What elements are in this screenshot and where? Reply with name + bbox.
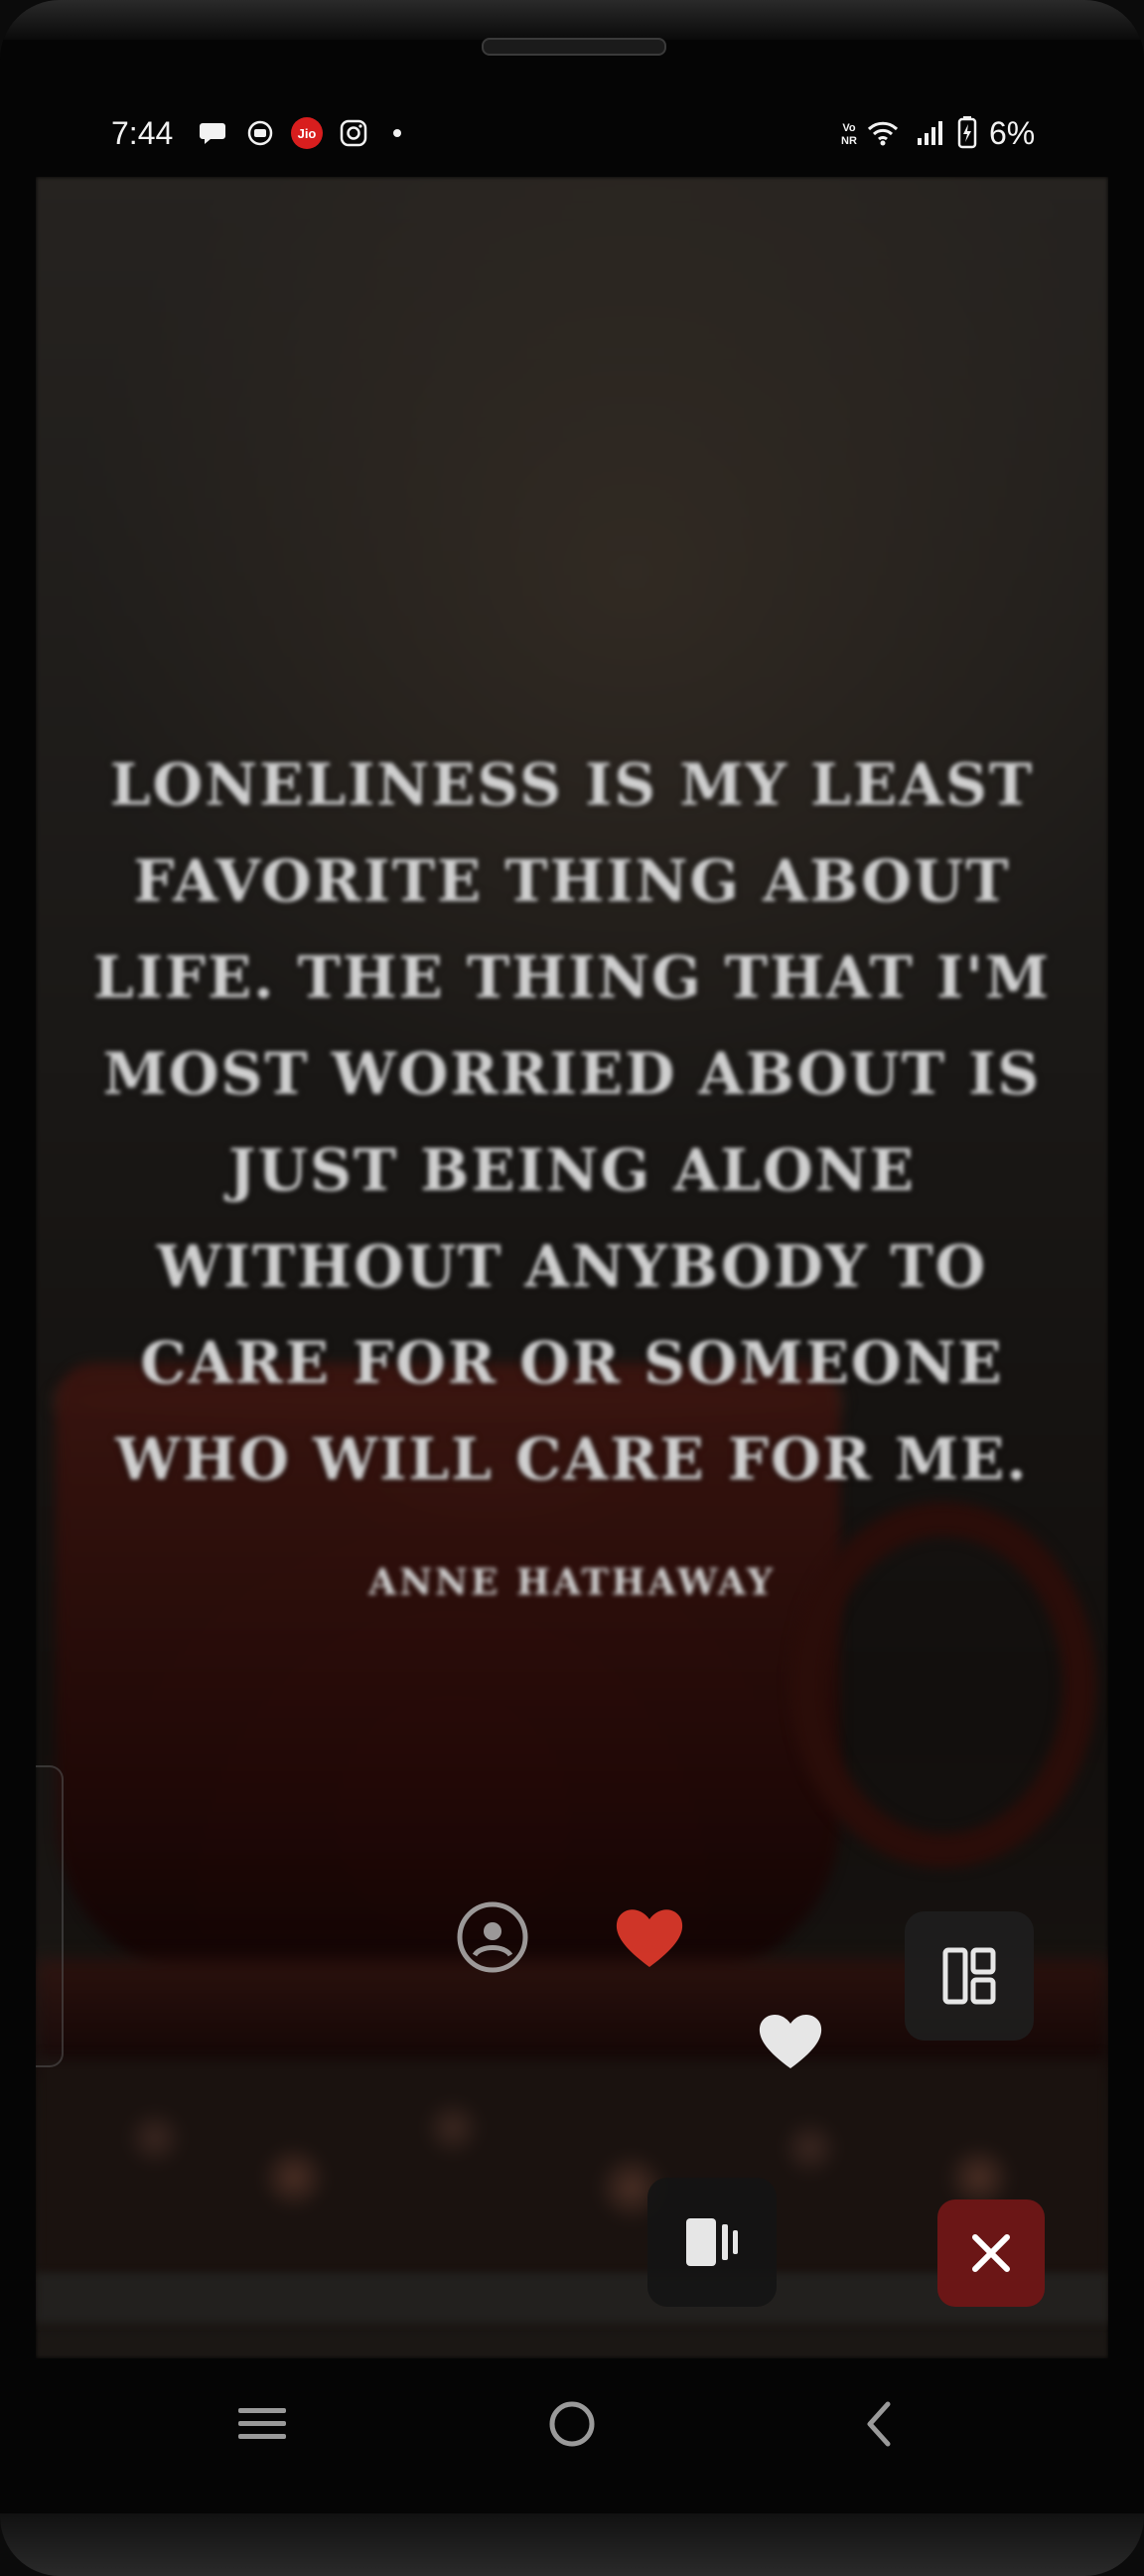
quote-author: Anne Hathaway bbox=[368, 1562, 776, 1603]
svg-text:NR: NR bbox=[841, 135, 857, 147]
heart-icon[interactable] bbox=[610, 1897, 689, 1977]
reel-icon bbox=[686, 2218, 738, 2266]
svg-text:Vo: Vo bbox=[842, 122, 856, 134]
recents-button[interactable] bbox=[222, 2384, 302, 2464]
edge-panel-handle[interactable] bbox=[36, 1765, 64, 2067]
battery-icon bbox=[957, 116, 977, 149]
phone-frame: 7:44 Jio Vo NR 6% Loneliness is my least … bbox=[0, 0, 1144, 2576]
dot-icon bbox=[393, 129, 401, 137]
chat-bubble-icon bbox=[200, 123, 225, 144]
phone-bottom-edge bbox=[0, 2513, 1144, 2576]
jio-icon: Jio bbox=[291, 117, 323, 149]
cup-handle bbox=[790, 1502, 1096, 1868]
layout-panels-icon bbox=[942, 1947, 996, 2005]
status-bar: 7:44 Jio Vo NR 6% bbox=[36, 91, 1108, 177]
status-time: 7:44 bbox=[111, 115, 174, 151]
quote-text: Loneliness is my least favorite thing ab… bbox=[92, 751, 1052, 1493]
instagram-icon bbox=[340, 119, 367, 147]
jio-label: Jio bbox=[298, 126, 317, 141]
download-circle-icon[interactable] bbox=[453, 1897, 532, 1977]
recents-icon bbox=[238, 2408, 286, 2439]
screen-record-icon bbox=[247, 120, 273, 146]
screen: 7:44 Jio Vo NR 6% Loneliness is my least … bbox=[36, 91, 1108, 2358]
back-button[interactable] bbox=[840, 2384, 920, 2464]
wifi-icon bbox=[867, 121, 899, 146]
signal-icon bbox=[918, 121, 942, 145]
speaker-grille bbox=[482, 38, 666, 56]
home-icon bbox=[549, 2401, 595, 2447]
back-icon bbox=[867, 2401, 891, 2447]
layout-button[interactable] bbox=[905, 1911, 1034, 2041]
phone-top-edge bbox=[0, 0, 1144, 40]
heart-outline-icon[interactable] bbox=[751, 2001, 830, 2080]
battery-percent: 6% bbox=[989, 115, 1036, 151]
vonr-icon: VoNR bbox=[841, 122, 857, 147]
home-button[interactable] bbox=[532, 2384, 612, 2464]
